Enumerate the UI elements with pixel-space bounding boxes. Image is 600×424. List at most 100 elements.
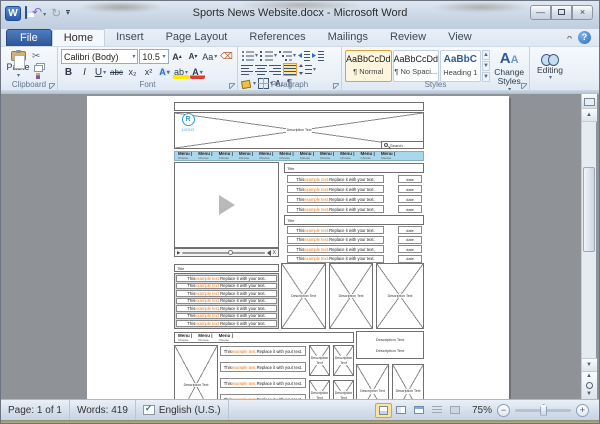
search-icon (384, 143, 388, 147)
zoom-slider-thumb[interactable] (540, 403, 548, 416)
tab-mailings[interactable]: Mailings (317, 29, 379, 46)
font-family-combo[interactable]: Calibri (Body) ▾ (61, 49, 139, 64)
next-page-button[interactable]: ▼ (582, 390, 597, 399)
tab-references[interactable]: References (238, 29, 316, 46)
align-right-button[interactable] (269, 64, 281, 75)
bullets-button[interactable]: ▾ (241, 50, 258, 61)
grow-font-button[interactable]: A ▴ (170, 50, 185, 64)
copy-button[interactable] (34, 65, 43, 73)
small-image-placeholder: Description Text (309, 345, 330, 376)
outline-view-button[interactable] (429, 403, 446, 418)
scroll-up-arrow[interactable]: ▲ (581, 109, 597, 122)
image-placeholder: Description Text (392, 364, 424, 399)
zoom-out-button[interactable]: − (497, 403, 510, 417)
clipboard-dialog-launcher[interactable] (49, 83, 55, 89)
increase-indent-button[interactable] (312, 50, 325, 61)
site-logo: R LOGO (178, 113, 198, 132)
line-spacing-button[interactable]: ▾ (299, 64, 316, 75)
multilevel-list-button[interactable]: ▾ (279, 50, 296, 61)
small-image-placeholder: Description Text (333, 345, 354, 376)
browse-object-button[interactable] (585, 382, 593, 389)
minimize-ribbon-icon[interactable]: ᴖ (567, 33, 572, 43)
text-effects-button[interactable]: A ▾ (157, 65, 172, 79)
highlight-color-button[interactable]: ab ▾ (173, 65, 190, 79)
cut-button[interactable]: ✂ (32, 51, 43, 62)
logo-text: LOGO (181, 127, 195, 132)
close-button[interactable]: × (572, 5, 593, 20)
language-status[interactable]: English (U.S.) (136, 400, 229, 420)
page-navigation: ▲ ▼ (581, 371, 597, 399)
paragraph-dialog-launcher[interactable] (333, 83, 339, 89)
document-page[interactable]: Description Text R LOGO Search Menu | Ch… (87, 96, 509, 399)
vertical-scrollbar: ▲ ▼ ▲ ▼ (581, 94, 597, 399)
tab-home[interactable]: Home (51, 29, 106, 46)
justify-button[interactable] (283, 63, 297, 76)
tab-page-layout[interactable]: Page Layout (155, 29, 239, 46)
date-box: date (398, 205, 422, 213)
align-left-button[interactable] (241, 64, 253, 75)
tab-view[interactable]: View (437, 29, 483, 46)
font-dialog-launcher[interactable] (229, 83, 235, 89)
zoom-level[interactable]: 75% (472, 405, 492, 416)
scroll-down-arrow[interactable]: ▼ (581, 358, 597, 371)
draft-view-button[interactable] (447, 403, 464, 418)
tab-file[interactable]: File (6, 29, 52, 46)
shrink-font-button[interactable]: A ▾ (186, 50, 201, 64)
news-list-row: This example text. Replace it with your … (176, 282, 277, 289)
change-case-button[interactable]: Aa ▾ (202, 50, 219, 64)
font-size-value: 10.5 (142, 51, 160, 62)
paragraph-group-label: Paragraph (270, 80, 309, 89)
font-size-combo[interactable]: 10.5 ▾ (139, 49, 169, 64)
style-heading1[interactable]: AaBbC Heading 1 (440, 50, 481, 82)
tab-review[interactable]: Review (379, 29, 437, 46)
styles-scroll-down[interactable]: ▼ (481, 61, 491, 71)
tab-insert[interactable]: Insert (105, 29, 155, 46)
scrollbar-track[interactable] (582, 122, 597, 358)
styles-dialog-launcher[interactable] (521, 83, 527, 89)
style-no-spacing[interactable]: AaBbCcDd ¶ No Spaci... (392, 50, 440, 82)
paragraph-group: ▾ ▾ ▾ ▾ ▾ ▾ A↓ ¶ Paragraph (238, 47, 342, 90)
headline-row: This example text. Replace it with your … (287, 226, 424, 236)
ribbon-tab-row: File Home Insert Page Layout References … (1, 29, 599, 46)
decrease-indent-button[interactable] (298, 50, 311, 61)
date-box: date (398, 175, 422, 183)
styles-scroll-up[interactable]: ▲ (481, 50, 491, 60)
news-list-row: This example text. Replace it with your … (220, 362, 306, 372)
superscript-button[interactable]: x² (141, 65, 156, 79)
zoom-slider-track[interactable] (515, 403, 571, 416)
strikethrough-button[interactable]: abc (109, 65, 124, 79)
full-screen-reading-button[interactable] (393, 403, 410, 418)
print-layout-button[interactable] (374, 402, 392, 418)
font-color-button[interactable]: A ▾ (190, 65, 206, 79)
subscript-button[interactable]: x₂ (125, 65, 140, 79)
image-placeholder: Description Text (329, 263, 373, 329)
scrollbar-thumb[interactable] (582, 167, 595, 252)
word-count[interactable]: Words: 419 (70, 400, 136, 420)
minimize-button[interactable]: — (530, 5, 551, 20)
page-count[interactable]: Page: 1 of 1 (1, 400, 70, 420)
zoom-in-button[interactable]: + (576, 403, 589, 417)
editing-button[interactable]: Editing ▾ (533, 49, 567, 82)
help-icon[interactable]: ? (578, 31, 591, 44)
web-layout-button[interactable] (411, 403, 428, 418)
paste-dropdown-icon[interactable]: ▾ (17, 72, 20, 79)
style-normal[interactable]: AaBbCcDd ¶ Normal (345, 50, 392, 82)
align-center-button[interactable] (255, 64, 267, 75)
paste-button[interactable]: Paste ▾ (4, 49, 32, 79)
bold-button[interactable]: B (61, 65, 76, 79)
view-ruler-toggle[interactable] (581, 94, 597, 109)
previous-page-button[interactable]: ▲ (582, 372, 597, 381)
font-group: Calibri (Body) ▾ 10.5 ▾ A ▴ A ▾ Aa ▾ ⌫ B I U ▾… (58, 47, 238, 90)
maximize-button[interactable] (551, 5, 572, 20)
video-volume-icon (266, 249, 271, 256)
nav-menu-item: Menu | Choose (279, 151, 294, 160)
format-painter-button[interactable] (36, 73, 40, 79)
news-list-row: This example text. Replace it with your … (176, 275, 277, 282)
news-list-row: This example text. Replace it with your … (220, 346, 306, 356)
news-list-row: This example text. Replace it with your … (176, 297, 277, 304)
underline-button[interactable]: U ▾ (93, 65, 108, 79)
clear-formatting-button[interactable]: ⌫ (219, 50, 234, 64)
search-box: Search (381, 141, 424, 149)
numbering-button[interactable]: ▾ (260, 50, 277, 61)
italic-button[interactable]: I (77, 65, 92, 79)
